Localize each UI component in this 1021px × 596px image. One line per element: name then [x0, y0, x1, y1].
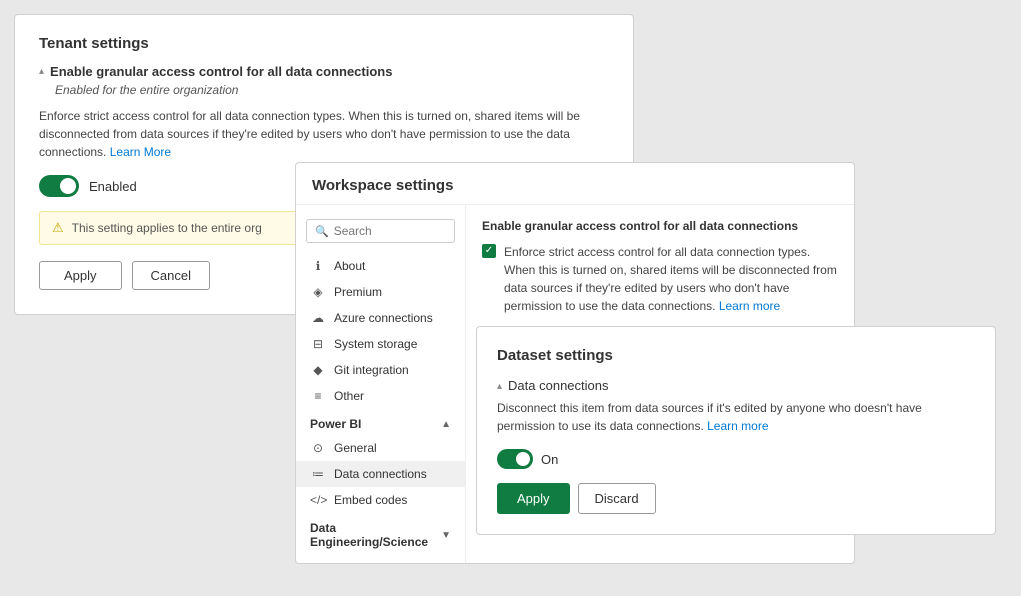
workspace-nav-about[interactable]: ℹ About [296, 253, 465, 279]
power-bi-section-header[interactable]: Power BI ▲ [296, 409, 465, 435]
tenant-apply-button[interactable]: Apply [39, 261, 122, 290]
dataset-on-toggle[interactable] [497, 449, 533, 469]
tenant-settings-title: Tenant settings [39, 35, 609, 52]
dataset-button-row: Apply Discard [497, 483, 975, 514]
collapse-icon: ▴ [39, 66, 44, 77]
tenant-section-heading: Enable granular access control for all d… [50, 64, 392, 79]
tenant-description: Enforce strict access control for all da… [39, 107, 609, 161]
tenant-learn-more-link[interactable]: Learn More [110, 145, 171, 159]
embed-icon: </> [310, 493, 326, 507]
dataset-collapse-icon: ▴ [497, 381, 502, 392]
azure-icon: ☁ [310, 311, 326, 325]
tenant-warning-text: This setting applies to the entire org [72, 221, 262, 235]
workspace-nav-premium[interactable]: ◈ Premium [296, 279, 465, 305]
tenant-cancel-button[interactable]: Cancel [132, 261, 210, 290]
dataset-title: Dataset settings [497, 347, 975, 364]
workspace-nav-git[interactable]: ◆ Git integration [296, 357, 465, 383]
workspace-nav: 🔍 ℹ About ◈ Premium ☁ Azure connections … [296, 205, 466, 563]
dataset-discard-button[interactable]: Discard [578, 483, 656, 514]
workspace-nav-azure[interactable]: ☁ Azure connections [296, 305, 465, 331]
dataset-description: Disconnect this item from data sources i… [497, 399, 975, 435]
workspace-nav-embed-codes[interactable]: </> Embed codes [296, 487, 465, 513]
data-connections-icon: ≔ [310, 467, 326, 481]
dataset-on-label: On [541, 452, 558, 467]
dataset-learn-more-link[interactable]: Learn more [707, 419, 768, 433]
workspace-checkbox-row: Enforce strict access control for all da… [482, 243, 838, 315]
search-icon: 🔍 [315, 225, 329, 238]
about-icon: ℹ [310, 259, 326, 273]
workspace-content-title: Enable granular access control for all d… [482, 219, 838, 233]
git-icon: ◆ [310, 363, 326, 377]
workspace-nav-storage[interactable]: ⊟ System storage [296, 331, 465, 357]
storage-icon: ⊟ [310, 337, 326, 351]
workspace-nav-other[interactable]: ≡ Other [296, 383, 465, 409]
dataset-settings-panel: Dataset settings ▴ Data connections Disc… [476, 326, 996, 535]
tenant-section-subheading: Enabled for the entire organization [55, 83, 609, 97]
workspace-search-input[interactable] [334, 224, 446, 238]
workspace-search-box[interactable]: 🔍 [306, 219, 455, 243]
general-icon: ⊙ [310, 441, 326, 455]
warning-icon: ⚠ [52, 220, 64, 236]
workspace-title: Workspace settings [312, 177, 838, 194]
dataset-apply-button[interactable]: Apply [497, 483, 570, 514]
dataset-conn-row: ▴ Data connections [497, 378, 975, 393]
tenant-enabled-toggle[interactable] [39, 175, 79, 197]
data-engineering-section-header[interactable]: Data Engineering/Science ▼ [296, 513, 465, 553]
other-icon: ≡ [310, 389, 326, 403]
workspace-checkbox[interactable] [482, 244, 496, 258]
tenant-toggle-label: Enabled [89, 179, 137, 194]
chevron-up-icon: ▲ [441, 419, 451, 430]
workspace-nav-general[interactable]: ⊙ General [296, 435, 465, 461]
workspace-learn-more-link[interactable]: Learn more [719, 299, 780, 313]
workspace-checkbox-desc: Enforce strict access control for all da… [504, 243, 838, 315]
dataset-conn-title: Data connections [508, 378, 608, 393]
premium-icon: ◈ [310, 285, 326, 299]
workspace-header: Workspace settings [296, 163, 854, 205]
dataset-toggle-row: On [497, 449, 975, 469]
chevron-down-icon: ▼ [441, 530, 451, 541]
workspace-nav-data-connections[interactable]: ≔ Data connections [296, 461, 465, 487]
